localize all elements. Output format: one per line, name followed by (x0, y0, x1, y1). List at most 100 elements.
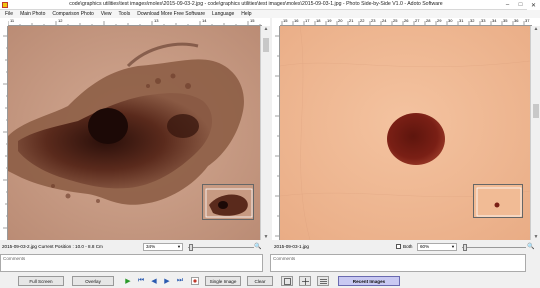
scroll-up-icon[interactable]: ▲ (532, 26, 540, 32)
ruler-label: 17 (305, 18, 310, 23)
full-screen-button[interactable]: Full Screen (18, 276, 64, 286)
chevron-down-icon: ▼ (451, 244, 455, 249)
window-controls: – □ ✕ (501, 0, 540, 10)
bottom-toolbar: Full Screen Overlay ▶ ⏮ ◀ ▶ ⏭ Single Ima… (0, 273, 540, 288)
menu-file[interactable]: File (5, 11, 13, 17)
first-image-icon[interactable]: ⏮ (136, 276, 146, 286)
ruler-label: 21 (349, 18, 354, 23)
main-zoom-slider-knob[interactable] (189, 244, 193, 251)
ruler-ticks (3, 35, 7, 229)
clear-button[interactable]: Clear (247, 276, 273, 286)
zoom-icon[interactable]: 🔍 (254, 243, 261, 250)
play-icon[interactable]: ▶ (123, 276, 133, 286)
ruler-label: 27 (415, 18, 420, 23)
ruler-label: 28 (426, 18, 431, 23)
ruler-label: 12 (58, 18, 63, 23)
ruler-label: 23 (371, 18, 376, 23)
ruler-label: 34 (492, 18, 497, 23)
frame-button[interactable] (281, 276, 293, 286)
left-ruler (272, 26, 280, 240)
scroll-down-icon[interactable]: ▼ (532, 234, 540, 240)
main-photo[interactable] (8, 26, 260, 240)
overlay-button[interactable]: Overlay (72, 276, 114, 286)
recent-images-button[interactable]: Recent Images (338, 276, 400, 286)
menu-lines-button[interactable] (317, 276, 329, 286)
zoom-icon[interactable]: 🔍 (527, 243, 534, 250)
image-settings-icon[interactable] (190, 276, 200, 286)
main-zoom-slider[interactable] (188, 247, 254, 248)
main-photo-position: 2015-09-03-2.jpg Current Position : 10.0… (2, 244, 103, 249)
menu-download[interactable]: Download More Free Software (137, 11, 205, 17)
both-checkbox[interactable] (396, 244, 401, 249)
menu-help[interactable]: Help (241, 11, 251, 17)
ruler-label: 29 (437, 18, 442, 23)
menu-comparison-photo[interactable]: Comparison Photo (52, 11, 93, 17)
single-image-button[interactable]: Single Image (205, 276, 241, 286)
window-title: code\graphics utilities\test images\mole… (69, 1, 443, 7)
comparison-photo-pane: 15 16 17 18 19 20 21 22 23 24 25 26 27 2… (272, 18, 540, 240)
comparison-zoom-value: 60% (420, 244, 430, 249)
comparison-zoom-slider-knob[interactable] (463, 244, 467, 251)
maximize-button[interactable]: □ (514, 0, 527, 10)
menu-language[interactable]: Language (212, 11, 234, 17)
crosshair-icon (301, 277, 309, 285)
comparison-comments-box[interactable]: Comments (270, 254, 526, 272)
thumbnail-image (203, 185, 253, 219)
crosshair-button[interactable] (299, 276, 311, 286)
menu-tools[interactable]: Tools (119, 11, 131, 17)
menu-main-photo[interactable]: Main Photo (20, 11, 45, 17)
main-zoom-value: 34% (146, 244, 156, 249)
main-comments-placeholder: Comments (3, 256, 26, 261)
scroll-thumb[interactable] (533, 104, 539, 118)
chevron-down-icon: ▼ (177, 244, 181, 249)
both-label: Both (403, 244, 413, 249)
scroll-down-icon[interactable]: ▼ (262, 234, 270, 240)
next-image-icon[interactable]: ▶ (162, 276, 172, 286)
ruler-label: 20 (338, 18, 343, 23)
top-ruler: 11 12 13 14 15 (8, 18, 262, 26)
frame-icon (283, 277, 291, 285)
ruler-label: 11 (10, 18, 15, 23)
thumbnail-image (474, 185, 522, 217)
ruler-label: 37 (525, 18, 530, 23)
close-button[interactable]: ✕ (527, 0, 540, 10)
comparison-photo[interactable] (280, 26, 530, 240)
ruler-label: 15 (283, 18, 288, 23)
main-comments-box[interactable]: Comments (0, 254, 263, 272)
ruler-label: 22 (360, 18, 365, 23)
ruler-label: 13 (154, 18, 159, 23)
photo-thumbnail[interactable] (473, 184, 523, 218)
title-bar: code\graphics utilities\test images\mole… (0, 0, 540, 10)
ruler-label: 31 (459, 18, 464, 23)
ruler-label: 25 (393, 18, 398, 23)
hamburger-icon (319, 278, 327, 284)
settings-icon (191, 277, 199, 285)
last-image-icon[interactable]: ⏭ (175, 276, 185, 286)
ruler-label: 30 (448, 18, 453, 23)
previous-image-icon[interactable]: ◀ (149, 276, 159, 286)
ruler-label: 18 (316, 18, 321, 23)
menu-view[interactable]: View (101, 11, 112, 17)
minimize-button[interactable]: – (501, 0, 514, 10)
ruler-label: 14 (202, 18, 207, 23)
vertical-scrollbar[interactable]: ▲ ▼ (260, 26, 270, 240)
main-photo-pane: 11 12 13 14 15 ▲ ▼ (0, 18, 270, 240)
ruler-label: 32 (470, 18, 475, 23)
ruler-ticks (275, 35, 279, 237)
menu-bar: File Main Photo Comparison Photo View To… (0, 10, 540, 18)
ruler-label: 24 (382, 18, 387, 23)
ruler-label: 35 (503, 18, 508, 23)
ruler-ticks (8, 21, 261, 25)
comparison-photo-name: 2015-09-03-1.jpg (274, 244, 309, 249)
ruler-label: 33 (481, 18, 486, 23)
scroll-thumb[interactable] (263, 38, 269, 52)
photo-thumbnail[interactable] (202, 184, 254, 220)
scroll-up-icon[interactable]: ▲ (262, 26, 270, 32)
comparison-zoom-slider[interactable] (462, 247, 526, 248)
ruler-label: 15 (250, 18, 255, 23)
vertical-scrollbar[interactable]: ▲ ▼ (530, 26, 540, 240)
ruler-label: 16 (294, 18, 299, 23)
comparison-comments-placeholder: Comments (273, 256, 296, 261)
main-zoom-select[interactable]: 34% ▼ (143, 243, 183, 251)
comparison-zoom-select[interactable]: 60% ▼ (417, 243, 457, 251)
